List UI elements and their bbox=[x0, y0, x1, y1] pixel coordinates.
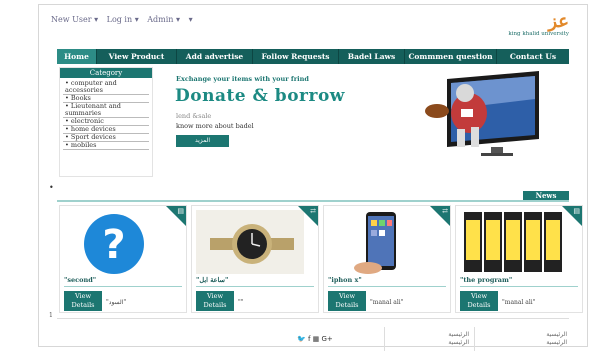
category-item[interactable]: • Lieutenant and summaries bbox=[63, 103, 149, 118]
nav-follow-requests[interactable]: Follow Requests bbox=[253, 49, 339, 64]
extra-menu[interactable]: ▾ bbox=[189, 15, 193, 24]
product-card[interactable]: ? ▤ "second" View Details "السود" bbox=[59, 205, 187, 313]
product-owner: "" bbox=[238, 299, 244, 306]
logo-icon: ﻋﺰ bbox=[548, 11, 569, 32]
product-image bbox=[196, 210, 304, 274]
category-title: Category bbox=[60, 68, 152, 78]
hero-more-text: know more about badel bbox=[176, 122, 254, 130]
admin-menu[interactable]: Admin ▾ bbox=[147, 15, 180, 24]
view-details-button[interactable]: View Details bbox=[328, 291, 366, 311]
nav-common-question[interactable]: Commmen question bbox=[405, 49, 497, 64]
category-item[interactable]: • mobiles bbox=[63, 142, 149, 150]
product-image bbox=[328, 210, 436, 274]
product-owner: "السود" bbox=[106, 299, 127, 306]
top-menu: New User ▾ Log in ▾ Admin ▾ ▾ bbox=[51, 15, 199, 24]
product-title: "the program" bbox=[460, 276, 513, 284]
hero-tv-image bbox=[425, 71, 539, 156]
news-divider bbox=[57, 200, 569, 202]
product-title: "second" bbox=[64, 276, 97, 284]
swap-icon: ⇄ bbox=[442, 207, 448, 215]
product-card[interactable]: ▤ "the program" View Details "manal ali" bbox=[455, 205, 583, 313]
footer-link[interactable]: الرئيسية bbox=[419, 331, 469, 339]
view-details-button[interactable]: View Details bbox=[196, 291, 234, 311]
document-icon: ▤ bbox=[573, 207, 580, 215]
swap-icon: ⇄ bbox=[310, 207, 316, 215]
footer-link[interactable]: الرئيسية bbox=[519, 331, 567, 339]
card-divider bbox=[196, 286, 314, 287]
bullet-marker: • bbox=[49, 183, 54, 192]
logo-text: king khalid university bbox=[508, 31, 569, 37]
product-title: "iphon x" bbox=[328, 276, 362, 284]
product-card[interactable]: ⇄ "ساعة ابل" View Details "" bbox=[191, 205, 319, 313]
card-divider bbox=[460, 286, 578, 287]
product-card[interactable]: ⇄ "iphon x" View Details "manal ali" bbox=[323, 205, 451, 313]
product-owner: "manal ali" bbox=[502, 299, 536, 306]
new-user-menu[interactable]: New User ▾ bbox=[51, 15, 98, 24]
category-item[interactable]: • computer and accessories bbox=[63, 80, 149, 95]
footer-separator bbox=[384, 327, 385, 351]
footer-separator bbox=[474, 327, 475, 351]
category-panel: Category • computer and accessories • Bo… bbox=[59, 67, 153, 177]
nav-view-product[interactable]: View Product bbox=[97, 49, 177, 64]
view-details-button[interactable]: View Details bbox=[460, 291, 498, 311]
nav-add-advertise[interactable]: Add advertise bbox=[177, 49, 253, 64]
footer-link[interactable]: الرئيسية bbox=[419, 339, 469, 347]
nav-contact-us[interactable]: Contact Us bbox=[497, 49, 569, 64]
view-details-button[interactable]: View Details bbox=[64, 291, 102, 311]
footer-divider bbox=[57, 318, 569, 319]
product-owner: "manal ali" bbox=[370, 299, 404, 306]
hero-tagline: Exchange your items with your frind bbox=[176, 75, 309, 83]
nav-home[interactable]: Home bbox=[57, 49, 97, 64]
hero-subtitle: lend &sale bbox=[176, 112, 212, 120]
card-divider bbox=[64, 286, 182, 287]
main-nav: Home View Product Add advertise Follow R… bbox=[57, 49, 569, 64]
svg-text:?: ? bbox=[102, 222, 125, 268]
page-frame: New User ▾ Log in ▾ Admin ▾ ▾ ﻋﺰ king kh… bbox=[38, 4, 588, 351]
footer-links-1: الرئيسية الرئيسية bbox=[419, 331, 469, 347]
hero-title: Donate & borrow bbox=[175, 86, 345, 106]
document-icon: ▤ bbox=[177, 207, 184, 215]
footer-link[interactable]: الرئيسية bbox=[519, 339, 567, 347]
footer-marker: 1 bbox=[49, 312, 53, 319]
university-logo[interactable]: ﻋﺰ king khalid university bbox=[505, 13, 569, 45]
product-image bbox=[460, 210, 568, 274]
product-cards: ? ▤ "second" View Details "السود" ⇄ "ساع… bbox=[59, 205, 583, 315]
product-image: ? bbox=[64, 210, 172, 274]
nav-badel-laws[interactable]: Badel Laws bbox=[339, 49, 405, 64]
card-divider bbox=[328, 286, 446, 287]
hero-more-button[interactable]: المزيد bbox=[176, 135, 229, 147]
product-title: "ساعة ابل" bbox=[196, 276, 229, 284]
footer-links-2: الرئيسية الرئيسية bbox=[519, 331, 567, 347]
login-menu[interactable]: Log in ▾ bbox=[107, 15, 139, 24]
social-links[interactable]: 🐦 f ▦ G+ bbox=[297, 335, 333, 343]
